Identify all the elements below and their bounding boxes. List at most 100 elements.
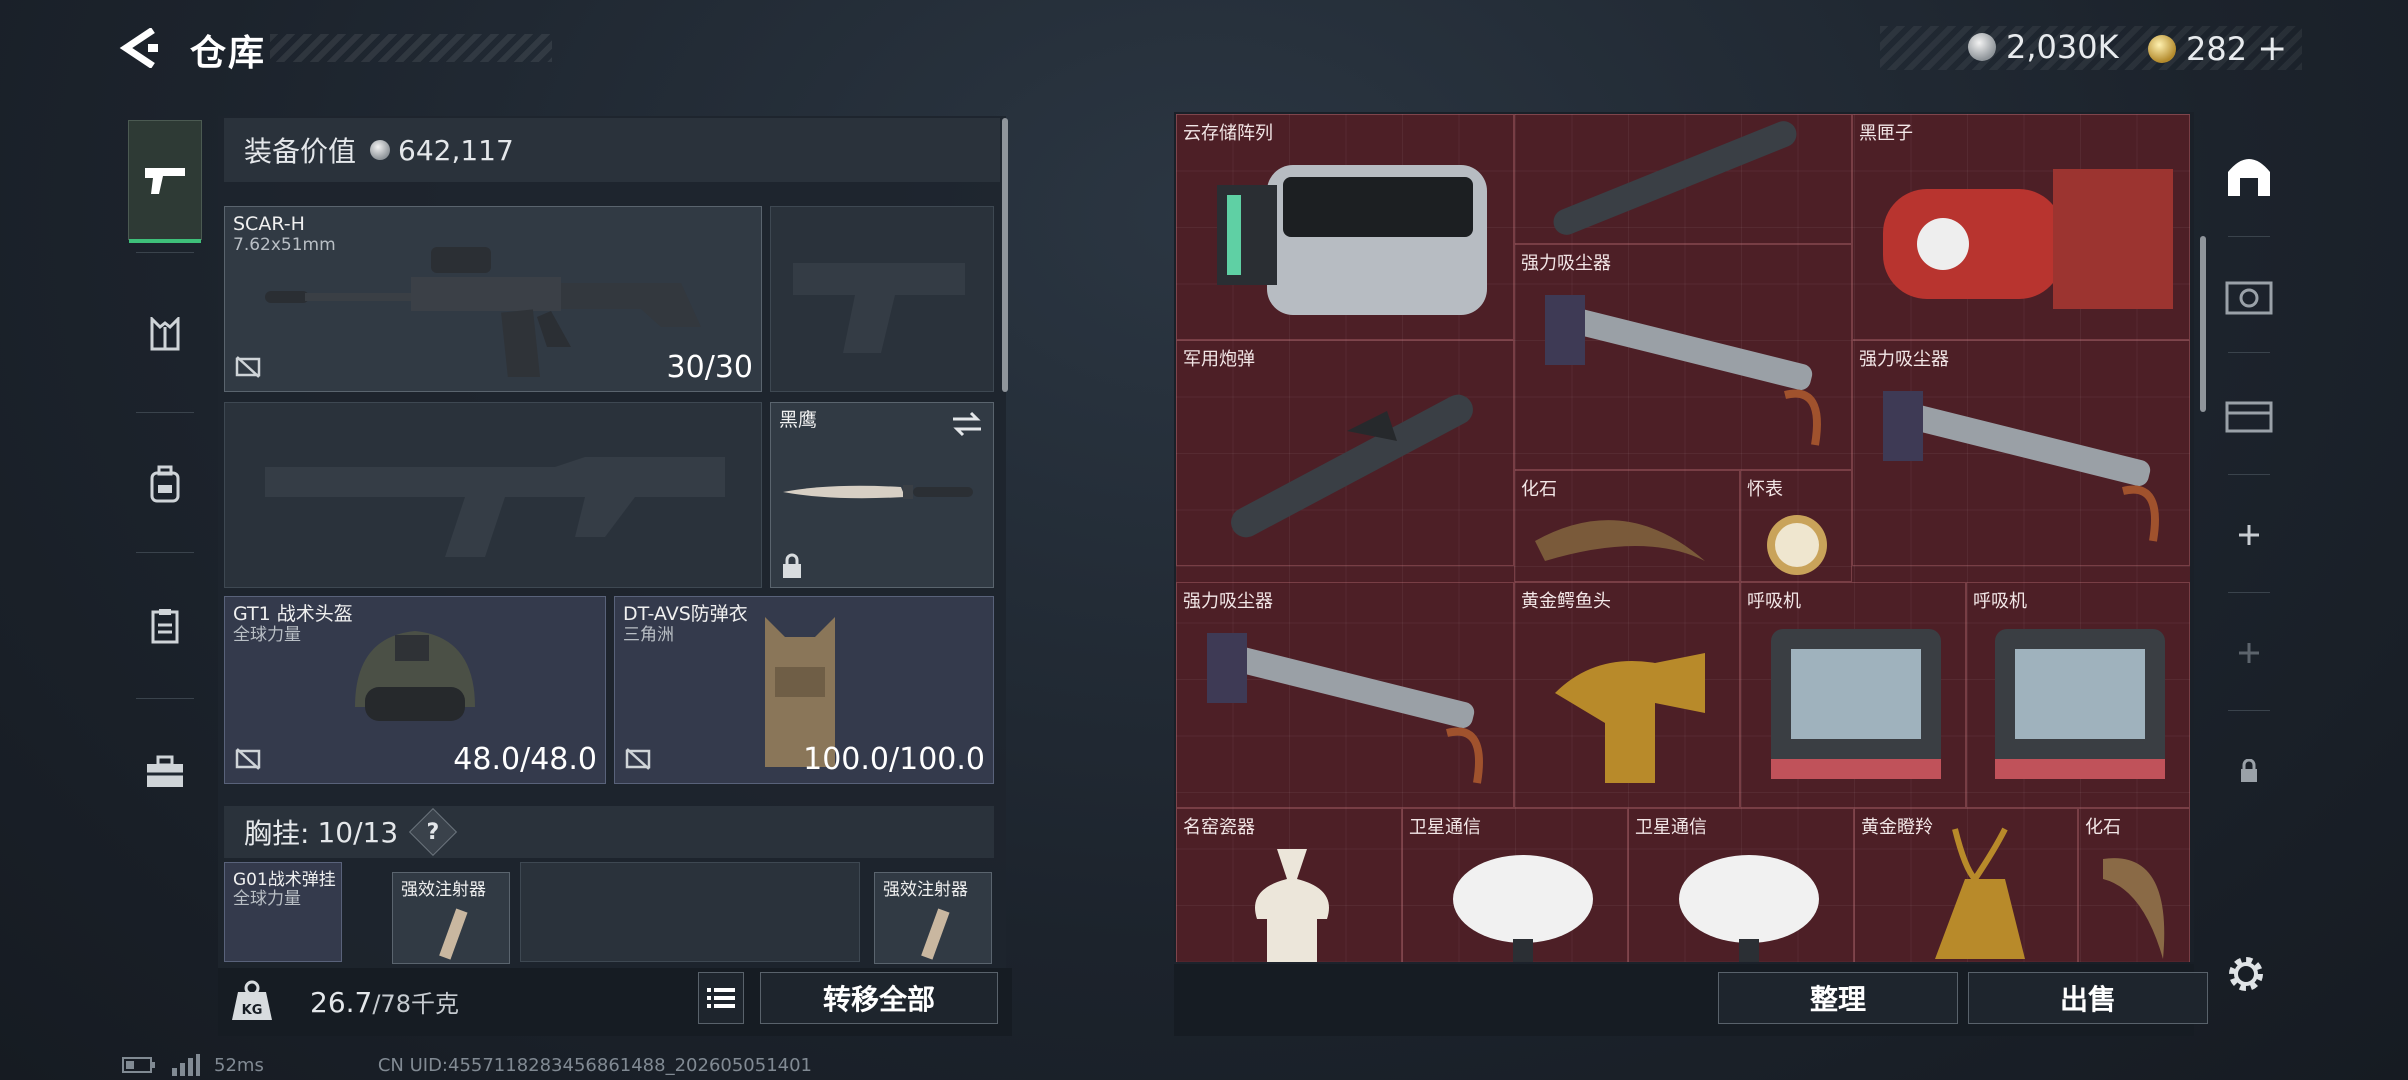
rifle-icon [265,247,701,377]
tab-stash-main[interactable] [2218,120,2280,230]
tab-chest-rig[interactable] [128,274,202,394]
primary-weapon-slot[interactable]: SCAR-H 7.62x51mm 30/30 [224,206,762,392]
stash-scrollbar[interactable] [2200,236,2206,412]
chest-rig-empty-slots[interactable] [520,862,860,962]
injector-icon [921,908,950,960]
satellite-dish-icon [1679,855,1819,962]
stash-item[interactable]: 卫星通信 [1628,808,1854,962]
gold-amount: 282 [2186,29,2248,68]
vacuum-icon [1207,633,1483,784]
add-gold-icon[interactable]: + [2257,28,2287,69]
gold-currency[interactable]: 282 + [2148,28,2287,69]
plus-icon [2239,525,2259,545]
tab-safe-box[interactable] [128,566,202,686]
no-durability-icon [625,748,651,770]
stash-item[interactable]: 军用炮弹 [1176,340,1514,566]
tab-weapons[interactable] [128,120,202,243]
battery-icon [122,1057,155,1073]
stash-item[interactable]: 云存储阵列 [1176,114,1514,340]
weight-readout: 26.7/78千克 [310,984,459,1019]
lock-icon [2241,759,2257,782]
chest-rig-name: G01战术弹挂 [233,870,336,890]
tab-backpack[interactable] [128,424,202,544]
fossil-icon [2103,858,2165,959]
divider [136,412,194,413]
locked-stash-tab [2218,716,2280,826]
tab-stash-2[interactable] [2218,240,2280,350]
stash-item[interactable]: 黄金鳄鱼头 [1514,582,1740,808]
stash-item[interactable]: 呼吸机 [1740,582,1966,808]
stash-item[interactable]: 黑匣子 [1852,114,2190,340]
golden-gazelle-icon [1935,827,2025,959]
item-label: 云存储阵列 [1183,123,1273,144]
helmet-slot[interactable]: GT1 战术头盔 全球力量 48.0/48.0 [224,596,606,784]
weight-icon: KG [228,976,276,1024]
armor-durability: 100.0/100.0 [803,742,985,777]
chest-rig-item-1[interactable]: 强效注射器 [392,872,510,964]
backpack-icon [150,465,180,503]
stash-item[interactable]: 化石 [1514,470,1740,582]
no-durability-icon [235,748,261,770]
divider [2228,352,2270,353]
stash-item[interactable]: 名窑瓷器 [1176,808,1402,962]
chest-rig-item-2[interactable]: 强效注射器 [874,872,992,964]
melee-slot[interactable]: 黑鹰 [770,402,994,588]
armor-slot[interactable]: DT-AVS防弹衣 三角洲 100.0/100.0 [614,596,994,784]
golden-croc-head-icon [1555,653,1705,783]
melee-name: 黑鹰 [779,409,818,431]
stash-item[interactable]: 卫星通信 [1402,808,1628,962]
stash-grid[interactable]: 云存储阵列 黑匣子 强力吸尘器 军用炮弹 强力吸尘器 化石 怀表 强力吸尘器 黄… [1176,114,2190,962]
list-icon [707,988,735,1008]
plus-icon [2239,643,2259,663]
equipment-value-row: 装备价值 642,117 [224,118,1000,182]
settings-icon[interactable] [2222,950,2270,998]
help-icon[interactable]: ? [409,807,458,857]
tab-stash-3[interactable] [2218,358,2280,468]
fossil-icon [1535,520,1705,561]
vest-icon [150,317,180,351]
item-label: 呼吸机 [1973,591,2027,612]
vault-icon [2225,281,2273,315]
ammo-count: 30/30 [666,350,753,385]
swap-icon[interactable] [951,411,983,437]
divider [136,552,194,553]
pistol-slot[interactable] [770,206,994,392]
item-label: 化石 [2085,817,2121,838]
secondary-weapon-slot[interactable] [224,402,762,588]
organize-button[interactable]: 整理 [1718,972,1958,1024]
item-label: 名窑瓷器 [1183,817,1255,838]
back-icon[interactable] [118,27,164,69]
stash-item[interactable]: 怀表 [1740,470,1852,582]
silver-coin-icon [1968,33,1996,61]
stash-item[interactable]: 强力吸尘器 [1852,340,2190,566]
add-stash-tab-button[interactable] [2218,480,2280,590]
equipment-value: 642,117 [398,133,514,167]
ventilator-icon [1771,629,1941,779]
stash-item[interactable]: 强力吸尘器 [1176,582,1514,808]
gold-coin-icon [2148,34,2176,63]
list-view-button[interactable] [698,972,744,1024]
item-label: 强力吸尘器 [1859,349,1949,370]
stash-item[interactable]: 化石 [2078,808,2190,962]
divider [2228,592,2270,593]
signal-icon [172,1054,200,1076]
injector-name: 强效注射器 [401,880,486,900]
sell-button[interactable]: 出售 [1968,972,2208,1024]
item-label: 黄金鳄鱼头 [1521,591,1611,612]
stash-item[interactable]: 黄金瞪羚 [1854,808,2078,962]
item-label: 呼吸机 [1747,591,1801,612]
title-stripe [270,34,552,62]
stash-item[interactable] [1514,114,1852,244]
stash-item[interactable]: 呼吸机 [1966,582,2190,808]
chest-rig-slot[interactable]: G01战术弹挂 全球力量 [224,862,342,962]
transfer-all-button[interactable]: 转移全部 [760,972,998,1024]
tab-toolbox[interactable] [128,712,202,832]
armor-faction: 三角洲 [623,625,674,645]
item-label: 强力吸尘器 [1183,591,1273,612]
equipment-scrollbar[interactable] [1002,118,1008,392]
stash-item[interactable]: 强力吸尘器 [1514,244,1852,470]
porcelain-icon [1255,849,1329,962]
item-label: 卫星通信 [1635,817,1707,838]
lock-icon [783,553,801,578]
weight-max: /78千克 [372,990,459,1018]
